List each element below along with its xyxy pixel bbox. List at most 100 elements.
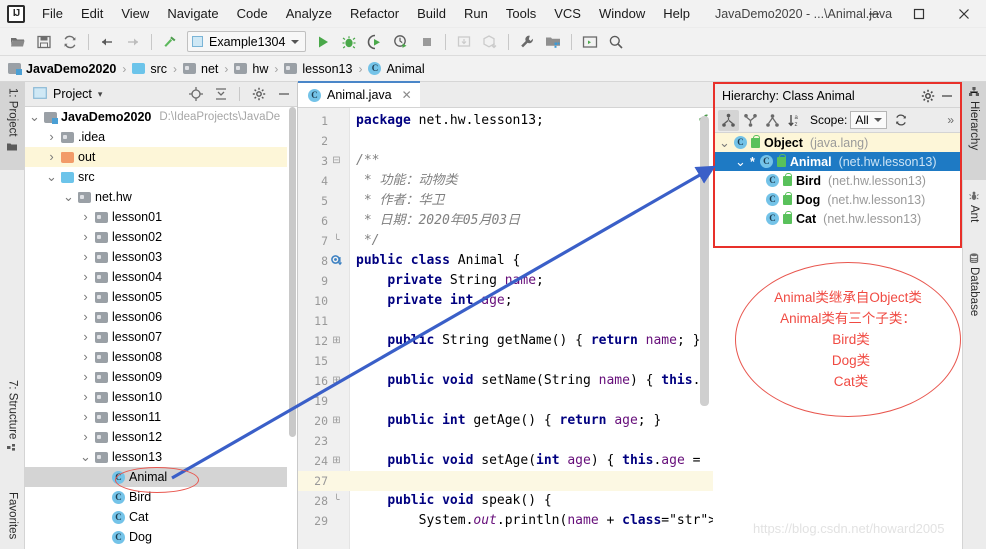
hierarchy-row-object[interactable]: ⌄ C Object (java.lang) xyxy=(715,133,960,152)
chevron-right-icon[interactable]: › xyxy=(80,309,91,324)
chevron-right-icon[interactable]: › xyxy=(80,249,91,264)
tree-item-animal[interactable]: C Animal xyxy=(25,467,297,487)
breadcrumb-item-net[interactable]: net xyxy=(183,62,218,76)
tree-item-lesson12[interactable]: › lesson12 xyxy=(25,427,297,447)
hierarchy-row-cat[interactable]: C Cat (net.hw.lesson13) xyxy=(715,209,960,228)
stop-icon[interactable] xyxy=(415,30,439,54)
menu-item-vcs[interactable]: VCS xyxy=(545,3,590,24)
chevron-right-icon[interactable]: › xyxy=(80,209,91,224)
chevron-right-icon[interactable]: › xyxy=(80,369,91,384)
chevron-right-icon[interactable]: › xyxy=(46,149,57,164)
tree-item-bird[interactable]: C Bird xyxy=(25,487,297,507)
tree-item-out[interactable]: › out xyxy=(25,147,297,167)
tree-item-lesson08[interactable]: › lesson08 xyxy=(25,347,297,367)
menu-item-help[interactable]: Help xyxy=(654,3,699,24)
chevron-down-icon[interactable]: ⌄ xyxy=(63,190,74,203)
tree-item-lesson05[interactable]: › lesson05 xyxy=(25,287,297,307)
type-hierarchy-icon[interactable] xyxy=(718,109,739,131)
debug-icon[interactable] xyxy=(337,30,361,54)
chevron-down-icon[interactable]: ▾ xyxy=(98,89,103,100)
run-coverage-icon[interactable] xyxy=(363,30,387,54)
open-folder-icon[interactable] xyxy=(6,30,30,54)
close-icon[interactable]: ✕ xyxy=(402,88,412,102)
breadcrumb-item-src[interactable]: src xyxy=(132,62,167,76)
scope-selector[interactable]: All xyxy=(850,111,887,129)
implemented-by-gutter-icon[interactable] xyxy=(331,255,343,267)
tab-animal-java[interactable]: C Animal.java ✕ xyxy=(298,81,420,107)
menu-item-code[interactable]: Code xyxy=(228,3,277,24)
project-structure-icon[interactable] xyxy=(541,30,565,54)
gear-icon[interactable] xyxy=(918,86,937,105)
profiler-icon[interactable] xyxy=(389,30,413,54)
chevron-right-icon[interactable]: › xyxy=(80,389,91,404)
sidebar-item-project[interactable]: 1: Project xyxy=(0,82,25,170)
code-fold-toggle-icon[interactable]: ⊞ xyxy=(331,411,342,431)
settings-wrench-icon[interactable] xyxy=(515,30,539,54)
menu-item-view[interactable]: View xyxy=(112,3,158,24)
sidebar-item-structure[interactable]: 7: Structure xyxy=(0,374,25,482)
save-all-icon[interactable] xyxy=(32,30,56,54)
breadcrumb-item-animal[interactable]: C Animal xyxy=(368,62,425,76)
update-project-icon[interactable] xyxy=(452,30,476,54)
code-fold-toggle-icon[interactable]: ⊞ xyxy=(331,451,342,471)
chevron-down-icon[interactable]: ⌄ xyxy=(29,110,40,123)
tree-item-javademo2020[interactable]: ⌄ JavaDemo2020 D:\IdeaProjects\JavaDe xyxy=(25,107,297,127)
tree-item-src[interactable]: ⌄ src xyxy=(25,167,297,187)
sidebar-item-database[interactable]: Database xyxy=(962,248,986,334)
breadcrumb-item-javademo2020[interactable]: JavaDemo2020 xyxy=(8,62,116,76)
sidebar-item-ant[interactable]: Ant xyxy=(962,186,986,242)
code-fold-toggle-icon[interactable]: ╰ xyxy=(331,231,342,251)
subtypes-hierarchy-icon[interactable] xyxy=(762,110,783,131)
chevron-right-icon[interactable]: › xyxy=(80,289,91,304)
sidebar-item-hierarchy[interactable]: Hierarchy xyxy=(962,82,986,180)
minimize-button[interactable] xyxy=(851,0,896,28)
build-hammer-icon[interactable] xyxy=(158,30,182,54)
menu-item-navigate[interactable]: Navigate xyxy=(158,3,227,24)
collapse-all-icon[interactable] xyxy=(211,85,230,104)
hierarchy-row-animal[interactable]: ⌄ * C Animal (net.hw.lesson13) xyxy=(715,152,960,171)
breadcrumb-item-hw[interactable]: hw xyxy=(234,62,268,76)
project-tree[interactable]: C Dog C Cat C Bird C Animal ⌄ lesson13 › lesson12 › l… xyxy=(25,107,297,549)
commit-icon[interactable] xyxy=(478,30,502,54)
tree-item--idea[interactable]: › .idea xyxy=(25,127,297,147)
tree-item-lesson03[interactable]: › lesson03 xyxy=(25,247,297,267)
editor-scrollbar[interactable] xyxy=(700,116,709,406)
chevron-right-icon[interactable]: › xyxy=(80,349,91,364)
chevron-down-icon[interactable]: ⌄ xyxy=(719,136,730,149)
sidebar-item-favorites[interactable]: Favorites xyxy=(0,486,25,549)
tree-item-lesson13[interactable]: ⌄ lesson13 xyxy=(25,447,297,467)
chevron-right-icon[interactable]: › xyxy=(80,269,91,284)
tree-item-lesson01[interactable]: › lesson01 xyxy=(25,207,297,227)
tree-item-lesson04[interactable]: › lesson04 xyxy=(25,267,297,287)
menu-item-file[interactable]: File xyxy=(33,3,72,24)
menu-item-edit[interactable]: Edit xyxy=(72,3,112,24)
close-button[interactable] xyxy=(941,0,986,28)
terminal-icon[interactable] xyxy=(578,30,602,54)
project-tree-scrollbar[interactable] xyxy=(287,107,297,549)
chevron-right-icon[interactable]: › xyxy=(80,229,91,244)
chevron-right-icon[interactable]: › xyxy=(80,429,91,444)
gear-icon[interactable] xyxy=(249,85,268,104)
tree-item-lesson10[interactable]: › lesson10 xyxy=(25,387,297,407)
chevron-right-icon[interactable]: › xyxy=(46,129,57,144)
hierarchy-row-bird[interactable]: C Bird (net.hw.lesson13) xyxy=(715,171,960,190)
tree-item-net-hw[interactable]: ⌄ net.hw xyxy=(25,187,297,207)
chevron-down-icon[interactable]: ⌄ xyxy=(735,155,746,168)
hierarchy-tree[interactable]: ⌄ C Object (java.lang) ⌄ * C Animal (net.hw.less… xyxy=(715,133,960,228)
chevron-right-icon[interactable]: › xyxy=(80,409,91,424)
locate-icon[interactable] xyxy=(186,85,205,104)
code-fold-toggle-icon[interactable]: ╰ xyxy=(331,491,342,511)
code-editor[interactable]: ✔ 1package net.hw.lesson13;23⊟/**4 * 功能：… xyxy=(298,108,713,549)
search-everywhere-icon[interactable] xyxy=(604,30,628,54)
tree-item-cat[interactable]: C Cat xyxy=(25,507,297,527)
menu-item-run[interactable]: Run xyxy=(455,3,497,24)
tree-item-dog[interactable]: C Dog xyxy=(25,527,297,547)
tree-item-lesson02[interactable]: › lesson02 xyxy=(25,227,297,247)
tree-item-lesson06[interactable]: › lesson06 xyxy=(25,307,297,327)
maximize-button[interactable] xyxy=(896,0,941,28)
code-fold-toggle-icon[interactable]: ⊞ xyxy=(331,371,342,391)
code-fold-toggle-icon[interactable]: ⊟ xyxy=(331,151,342,171)
sort-alphabetically-icon[interactable]: az xyxy=(784,110,805,131)
hierarchy-row-dog[interactable]: C Dog (net.hw.lesson13) xyxy=(715,190,960,209)
menu-item-build[interactable]: Build xyxy=(408,3,455,24)
